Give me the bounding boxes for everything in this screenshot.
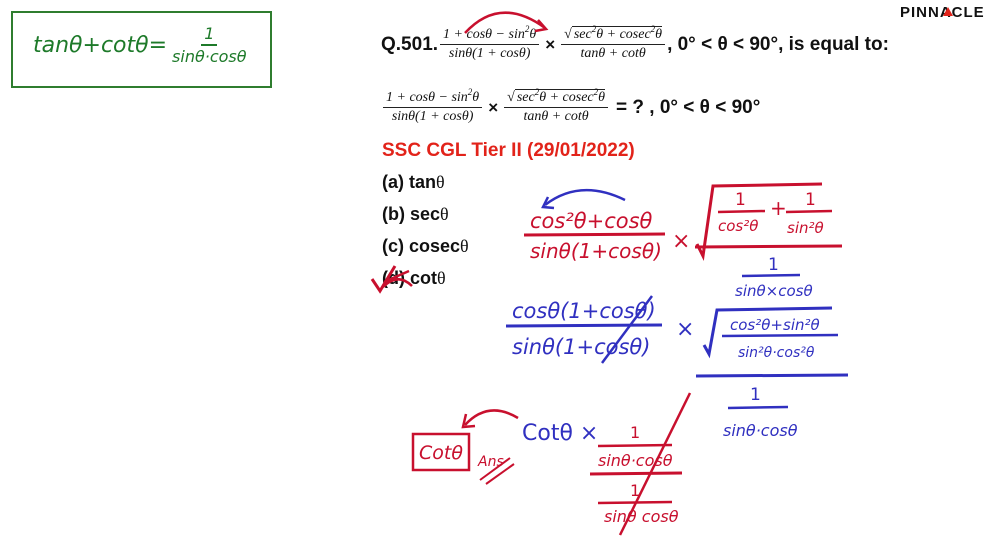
step3-main-bar <box>589 471 683 476</box>
step2-root-bar <box>721 333 839 338</box>
answer-mark: Ans <box>477 454 504 470</box>
step1-bar <box>523 232 666 237</box>
step2-times: × <box>676 317 694 342</box>
answer-text: Cotθ <box>419 442 463 464</box>
step1-root-b-den: sin²θ <box>787 219 824 237</box>
step2-right-num-bar <box>727 405 789 410</box>
step1-right-num-bar <box>741 273 801 278</box>
step1-right-den: sinθ×cosθ <box>735 282 813 300</box>
step3-mid: sinθ·cosθ <box>598 451 673 470</box>
step3-num: 1 <box>630 423 640 442</box>
step1-right-bar <box>694 244 843 249</box>
step1-root-b: 1 <box>805 190 816 210</box>
step3-num-bar <box>597 443 673 448</box>
red-arc-arrow <box>464 11 546 34</box>
step1-arc <box>544 188 626 206</box>
step1-times: × <box>672 229 690 254</box>
step1-right-num: 1 <box>768 255 779 275</box>
step2-root-den: sin²θ·cos²θ <box>738 345 815 361</box>
step3-arc <box>464 409 519 426</box>
step1-root-b-bar <box>785 209 833 214</box>
step2-bar <box>505 323 663 328</box>
step1-plus: + <box>770 196 787 220</box>
step1-root-a-bar <box>717 209 766 214</box>
step2-right-bar <box>695 373 849 378</box>
step1-den: sinθ(1+cosθ) <box>530 239 662 263</box>
annotation-layer: cos²θ+cosθ sinθ(1+cosθ) × 1 cos²θ + 1 si… <box>370 11 849 536</box>
step3-den: sinθ cosθ <box>604 507 679 526</box>
step2-root-num: cos²θ+sin²θ <box>730 316 820 334</box>
step2-right-den: sinθ·cosθ <box>723 421 798 440</box>
step1-num: cos²θ+cosθ <box>530 209 653 233</box>
step1-root-a: 1 <box>735 190 746 210</box>
step2-right-num: 1 <box>750 385 761 405</box>
step1-root-a-den: cos²θ <box>718 217 758 235</box>
step2-den: sinθ(1+cosθ) <box>512 335 650 359</box>
step3-lead: Cotθ × <box>522 421 598 446</box>
